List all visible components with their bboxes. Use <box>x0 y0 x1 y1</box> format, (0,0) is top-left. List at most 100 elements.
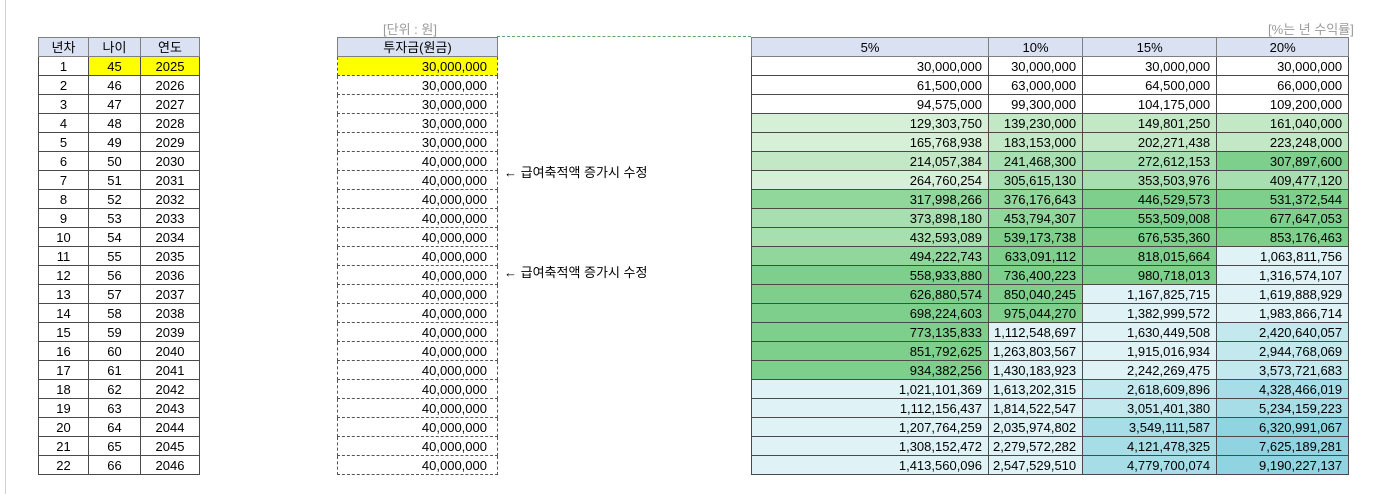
cell-principal[interactable]: 30,000,000 <box>337 94 498 114</box>
rate-column-header[interactable]: 20% <box>1216 37 1350 57</box>
cell-balance[interactable]: 2,035,974,802 <box>987 417 1084 437</box>
cell-balance[interactable]: 161,040,000 <box>1216 113 1350 133</box>
cell-y[interactable]: 11 <box>38 246 89 266</box>
cell-balance[interactable]: 1,112,548,697 <box>987 322 1084 342</box>
cell-balance[interactable]: 165,768,938 <box>751 132 989 152</box>
cell-balance[interactable]: 1,207,764,259 <box>751 417 989 437</box>
cell-age[interactable]: 54 <box>88 227 141 247</box>
cell-age[interactable]: 47 <box>88 94 141 114</box>
cell-year[interactable]: 2038 <box>140 303 200 323</box>
cell-balance[interactable]: 2,420,640,057 <box>1216 322 1350 342</box>
cell-y[interactable]: 2 <box>38 75 89 95</box>
cell-principal[interactable]: 30,000,000 <box>337 132 498 152</box>
cell-balance[interactable]: 307,897,600 <box>1216 151 1350 171</box>
cell-age[interactable]: 66 <box>88 455 141 475</box>
cell-age[interactable]: 55 <box>88 246 141 266</box>
cell-balance[interactable]: 30,000,000 <box>1216 56 1350 76</box>
cell-balance[interactable]: 223,248,000 <box>1216 132 1350 152</box>
cell-balance[interactable]: 104,175,000 <box>1082 94 1218 114</box>
cell-balance[interactable]: 539,173,738 <box>987 227 1084 247</box>
cell-balance[interactable]: 373,898,180 <box>751 208 989 228</box>
cell-y[interactable]: 20 <box>38 417 89 437</box>
cell-balance[interactable]: 202,271,438 <box>1082 132 1218 152</box>
cell-balance[interactable]: 677,647,053 <box>1216 208 1350 228</box>
cell-year[interactable]: 2030 <box>140 151 200 171</box>
cell-balance[interactable]: 1,308,152,472 <box>751 436 989 456</box>
cell-age[interactable]: 50 <box>88 151 141 171</box>
cell-balance[interactable]: 305,615,130 <box>987 170 1084 190</box>
cell-y[interactable]: 3 <box>38 94 89 114</box>
cell-balance[interactable]: 531,372,544 <box>1216 189 1350 209</box>
cell-balance[interactable]: 853,176,463 <box>1216 227 1350 247</box>
cell-balance[interactable]: 2,279,572,282 <box>987 436 1084 456</box>
rate-column-header[interactable]: 10% <box>987 37 1084 57</box>
cell-age[interactable]: 53 <box>88 208 141 228</box>
cell-principal[interactable]: 40,000,000 <box>337 303 498 323</box>
cell-age[interactable]: 62 <box>88 379 141 399</box>
cell-balance[interactable]: 1,983,866,714 <box>1216 303 1350 323</box>
cell-principal[interactable]: 30,000,000 <box>337 75 498 95</box>
cell-age[interactable]: 65 <box>88 436 141 456</box>
cell-age[interactable]: 48 <box>88 113 141 133</box>
cell-year[interactable]: 2036 <box>140 265 200 285</box>
cell-principal[interactable]: 40,000,000 <box>337 246 498 266</box>
cell-year[interactable]: 2045 <box>140 436 200 456</box>
cell-balance[interactable]: 3,051,401,380 <box>1082 398 1218 418</box>
column-header[interactable]: 년차 <box>38 37 89 57</box>
cell-balance[interactable]: 676,535,360 <box>1082 227 1218 247</box>
cell-year[interactable]: 2042 <box>140 379 200 399</box>
cell-principal[interactable]: 40,000,000 <box>337 265 498 285</box>
cell-balance[interactable]: 94,575,000 <box>751 94 989 114</box>
cell-principal[interactable]: 40,000,000 <box>337 151 498 171</box>
cell-balance[interactable]: 7,625,189,281 <box>1216 436 1350 456</box>
cell-balance[interactable]: 5,234,159,223 <box>1216 398 1350 418</box>
cell-balance[interactable]: 1,619,888,929 <box>1216 284 1350 304</box>
cell-balance[interactable]: 453,794,307 <box>987 208 1084 228</box>
cell-principal[interactable]: 40,000,000 <box>337 341 498 361</box>
cell-balance[interactable]: 30,000,000 <box>751 56 989 76</box>
cell-year[interactable]: 2044 <box>140 417 200 437</box>
cell-year[interactable]: 2037 <box>140 284 200 304</box>
cell-age[interactable]: 64 <box>88 417 141 437</box>
cell-year[interactable]: 2026 <box>140 75 200 95</box>
cell-balance[interactable]: 1,112,156,437 <box>751 398 989 418</box>
cell-balance[interactable]: 129,303,750 <box>751 113 989 133</box>
cell-balance[interactable]: 736,400,223 <box>987 265 1084 285</box>
cell-year[interactable]: 2043 <box>140 398 200 418</box>
cell-balance[interactable]: 30,000,000 <box>987 56 1084 76</box>
cell-y[interactable]: 15 <box>38 322 89 342</box>
cell-year[interactable]: 2041 <box>140 360 200 380</box>
cell-balance[interactable]: 9,190,227,137 <box>1216 455 1350 475</box>
cell-year[interactable]: 2035 <box>140 246 200 266</box>
cell-principal[interactable]: 40,000,000 <box>337 417 498 437</box>
cell-y[interactable]: 14 <box>38 303 89 323</box>
cell-balance[interactable]: 272,612,153 <box>1082 151 1218 171</box>
cell-balance[interactable]: 1,167,825,715 <box>1082 284 1218 304</box>
column-header[interactable]: 나이 <box>88 37 141 57</box>
cell-balance[interactable]: 4,121,478,325 <box>1082 436 1218 456</box>
cell-balance[interactable]: 241,468,300 <box>987 151 1084 171</box>
cell-balance[interactable]: 558,933,880 <box>751 265 989 285</box>
cell-y[interactable]: 12 <box>38 265 89 285</box>
cell-balance[interactable]: 2,618,609,896 <box>1082 379 1218 399</box>
cell-balance[interactable]: 2,547,529,510 <box>987 455 1084 475</box>
column-header[interactable]: 연도 <box>140 37 200 57</box>
cell-balance[interactable]: 99,300,000 <box>987 94 1084 114</box>
cell-y[interactable]: 6 <box>38 151 89 171</box>
cell-y[interactable]: 5 <box>38 132 89 152</box>
cell-y[interactable]: 18 <box>38 379 89 399</box>
cell-year[interactable]: 2028 <box>140 113 200 133</box>
cell-y[interactable]: 9 <box>38 208 89 228</box>
cell-balance[interactable]: 446,529,573 <box>1082 189 1218 209</box>
cell-age[interactable]: 56 <box>88 265 141 285</box>
cell-balance[interactable]: 851,792,625 <box>751 341 989 361</box>
cell-y[interactable]: 21 <box>38 436 89 456</box>
cell-balance[interactable]: 409,477,120 <box>1216 170 1350 190</box>
cell-balance[interactable]: 626,880,574 <box>751 284 989 304</box>
cell-age[interactable]: 51 <box>88 170 141 190</box>
cell-year[interactable]: 2029 <box>140 132 200 152</box>
cell-year[interactable]: 2034 <box>140 227 200 247</box>
cell-principal[interactable]: 30,000,000 <box>337 113 498 133</box>
cell-principal[interactable]: 40,000,000 <box>337 170 498 190</box>
cell-age[interactable]: 58 <box>88 303 141 323</box>
